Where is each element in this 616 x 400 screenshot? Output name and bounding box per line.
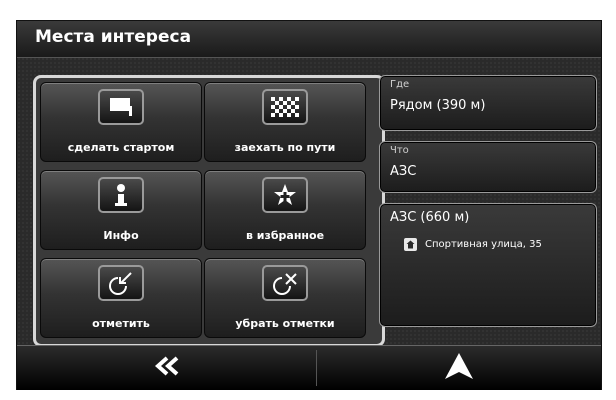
start-flag-icon (98, 89, 144, 125)
house-icon (404, 238, 417, 251)
clear-marks-button[interactable]: убрать отметки (204, 258, 366, 338)
mark-button[interactable]: отметить (40, 258, 202, 338)
clear-marks-label: убрать отметки (235, 317, 335, 330)
add-to-favorites-button[interactable]: в избранное (204, 170, 366, 250)
page-title: Места интереса (35, 27, 192, 47)
poi-address-row: Спортивная улица, 35 (404, 238, 590, 251)
poi-title: АЗС (660 м) (390, 210, 470, 225)
where-caption: Где (390, 79, 410, 90)
info-label: Инфо (103, 229, 139, 242)
mark-label: отметить (92, 317, 150, 330)
where-field[interactable]: Где Рядом (390 м) (379, 75, 597, 131)
navigation-arrow-icon (444, 352, 474, 384)
info-button[interactable]: Инфо (40, 170, 202, 250)
make-start-label: сделать стартом (67, 141, 175, 154)
double-chevron-left-icon (153, 356, 181, 380)
visit-on-route-button[interactable]: заехать по пути (204, 82, 366, 162)
mark-icon (98, 265, 144, 301)
what-caption: Что (390, 145, 409, 156)
app-window: Места интереса сделать стартом заехать п… (16, 20, 602, 390)
navigate-button[interactable] (317, 346, 601, 390)
info-icon (98, 177, 144, 213)
poi-result[interactable]: АЗС (660 м) Спортивная улица, 35 (379, 203, 597, 327)
bottom-bar (17, 345, 601, 390)
add-to-favorites-label: в избранное (245, 229, 325, 242)
make-start-button[interactable]: сделать стартом (40, 82, 202, 162)
back-button[interactable] (17, 346, 316, 390)
where-value: Рядом (390 м) (390, 98, 486, 113)
visit-on-route-label: заехать по пути (234, 141, 336, 154)
checkered-flag-icon (262, 89, 308, 125)
clear-marks-icon (262, 265, 308, 301)
what-value: АЗС (390, 164, 417, 179)
what-field[interactable]: Что АЗС (379, 141, 597, 193)
title-bar: Места интереса (17, 21, 601, 58)
poi-address: Спортивная улица, 35 (425, 239, 542, 250)
action-grid: сделать стартом заехать по пути Инфо в и… (33, 75, 385, 347)
favorite-star-icon (262, 177, 308, 213)
